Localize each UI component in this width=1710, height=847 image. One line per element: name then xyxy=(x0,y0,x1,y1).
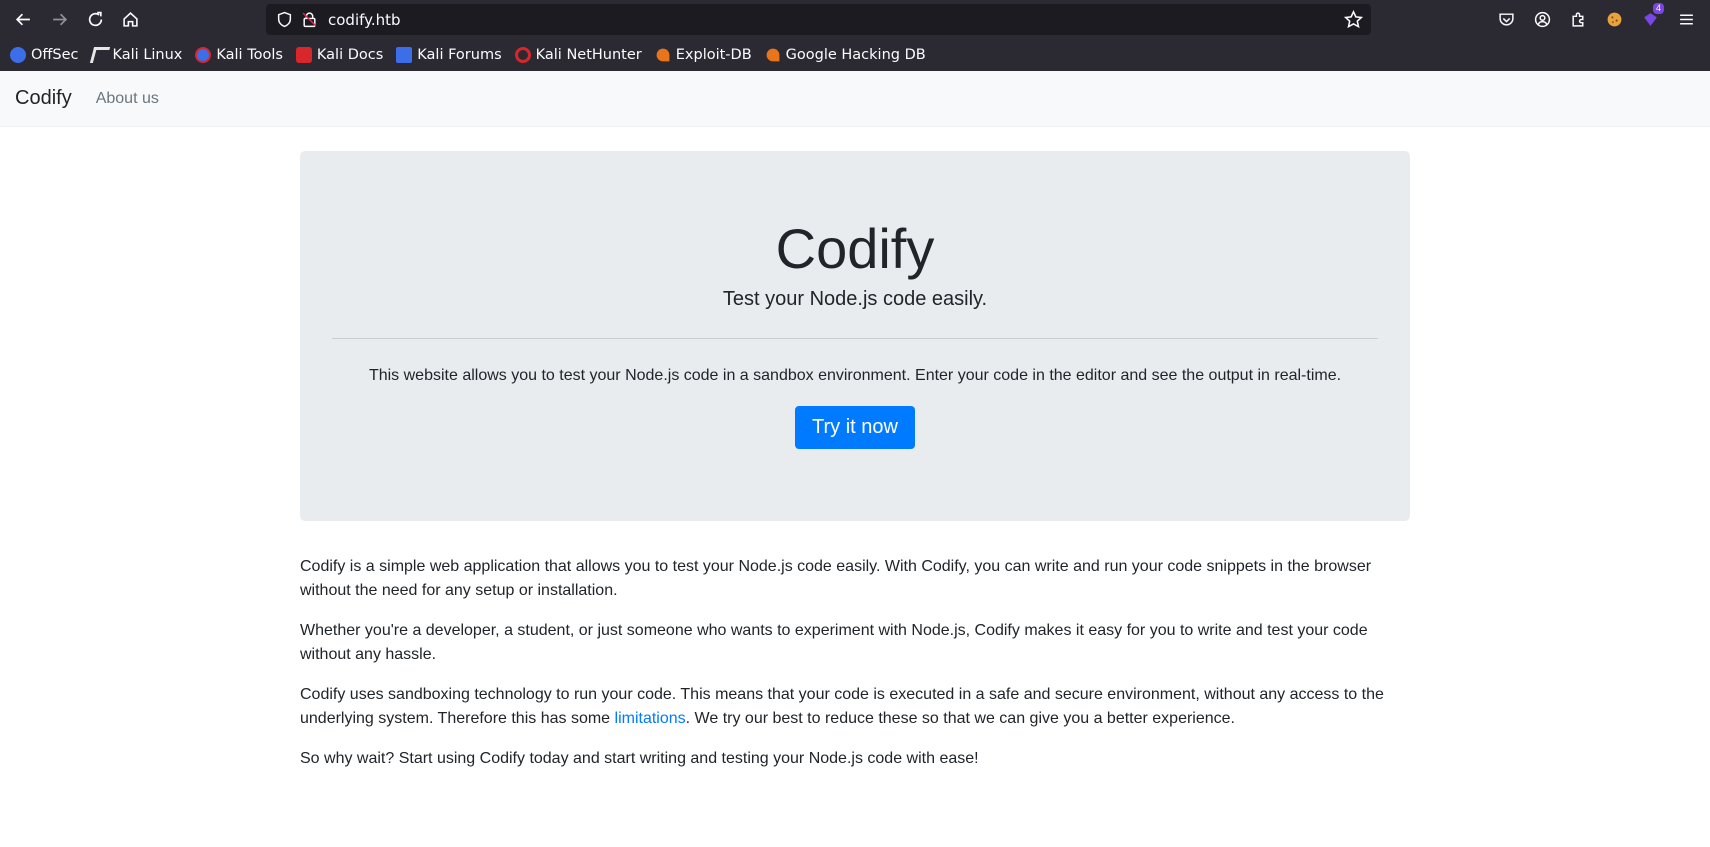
content-section: Codify is a simple web application that … xyxy=(300,555,1410,771)
menu-button[interactable] xyxy=(1672,5,1700,33)
bookmark-label: Kali Forums xyxy=(417,46,502,63)
bookmark-exploit-db[interactable]: Exploit-DB xyxy=(655,47,752,63)
site-navbar: Codify About us xyxy=(0,71,1710,127)
web-page: Codify About us Codify Test your Node.js… xyxy=(0,71,1710,847)
browser-chrome: codify.htb 4 OffSec Kali Linux Kali Tool… xyxy=(0,0,1710,71)
purple-extension-button[interactable]: 4 xyxy=(1636,3,1664,33)
bookmark-label: Kali Docs xyxy=(316,46,384,63)
kali-dragon-icon xyxy=(89,46,110,63)
hero-lead: Test your Node.js code easily. xyxy=(722,288,988,311)
bookmark-offsec[interactable]: OffSec xyxy=(10,46,79,63)
content-paragraph-2: Whether you're a developer, a student, o… xyxy=(300,622,1368,663)
p3-text-after: . We try our best to reduce these so tha… xyxy=(685,710,1235,727)
browser-toolbar: codify.htb 4 xyxy=(0,0,1710,38)
bookmark-star-icon[interactable] xyxy=(1344,10,1363,29)
hero-jumbotron: Codify Test your Node.js code easily. Th… xyxy=(300,151,1410,521)
back-button[interactable] xyxy=(9,5,37,33)
nav-about-link[interactable]: About us xyxy=(96,90,159,108)
bookmark-kali-tools[interactable]: Kali Tools xyxy=(195,46,283,63)
url-text[interactable]: codify.htb xyxy=(328,11,401,29)
account-icon xyxy=(1534,11,1550,27)
bookmark-label: OffSec xyxy=(31,46,79,63)
hamburger-icon xyxy=(1679,13,1693,25)
arrow-left-icon xyxy=(15,13,30,25)
content-paragraph-4: So why wait? Start using Codify today an… xyxy=(300,750,979,767)
bookmark-kali-nethunter[interactable]: Kali NetHunter xyxy=(514,46,642,63)
lock-icon[interactable] xyxy=(301,11,318,28)
reload-icon xyxy=(88,11,102,26)
forward-button[interactable] xyxy=(45,5,73,33)
kali-forums-icon xyxy=(396,46,413,63)
hero-divider xyxy=(332,338,1378,340)
extension-badge: 4 xyxy=(1652,3,1664,14)
bookmark-label: Kali Tools xyxy=(216,46,283,63)
try-it-now-button[interactable]: Try it now xyxy=(795,406,915,450)
exploit-db-icon xyxy=(656,48,670,61)
bookmark-label: Exploit-DB xyxy=(675,46,752,63)
url-bar[interactable]: codify.htb xyxy=(266,4,1371,35)
bookmark-google-hacking-db[interactable]: Google Hacking DB xyxy=(765,47,926,63)
nethunter-icon xyxy=(514,46,531,63)
content-paragraph-1: Codify is a simple web application that … xyxy=(300,558,1372,599)
extensions-button[interactable] xyxy=(1564,5,1592,33)
limitations-link[interactable]: limitations xyxy=(615,710,686,727)
bookmark-kali-forums[interactable]: Kali Forums xyxy=(396,46,502,63)
kali-docs-icon xyxy=(295,46,312,63)
bookmark-label: Kali Linux xyxy=(112,46,183,63)
ghdb-icon xyxy=(766,48,780,61)
content-paragraph-3: Codify uses sandboxing technology to run… xyxy=(300,683,1410,731)
hero-description: This website allows you to test your Nod… xyxy=(368,367,1342,385)
cookie-extension-button[interactable] xyxy=(1600,5,1628,33)
bookmark-kali-linux[interactable]: Kali Linux xyxy=(89,46,183,63)
cookie-icon xyxy=(1607,12,1621,26)
home-button[interactable] xyxy=(116,5,144,33)
reload-button[interactable] xyxy=(81,5,109,33)
offsec-icon xyxy=(10,46,26,63)
bookmark-label: Kali NetHunter xyxy=(535,46,642,63)
pocket-icon xyxy=(1498,12,1514,26)
account-button[interactable] xyxy=(1528,5,1556,33)
bookmark-label: Google Hacking DB xyxy=(785,46,926,63)
pocket-button[interactable] xyxy=(1492,5,1520,33)
main-container: Codify Test your Node.js code easily. Th… xyxy=(300,151,1410,787)
puzzle-icon xyxy=(1571,11,1583,27)
kali-tools-icon xyxy=(195,46,212,63)
bookmark-kali-docs[interactable]: Kali Docs xyxy=(295,46,384,63)
home-icon xyxy=(122,11,138,27)
bookmarks-bar: OffSec Kali Linux Kali Tools Kali Docs K… xyxy=(0,38,1710,71)
arrow-right-icon xyxy=(52,13,67,25)
shield-icon[interactable] xyxy=(276,11,293,28)
hero-title: Codify xyxy=(775,217,935,280)
site-brand[interactable]: Codify xyxy=(15,87,72,110)
